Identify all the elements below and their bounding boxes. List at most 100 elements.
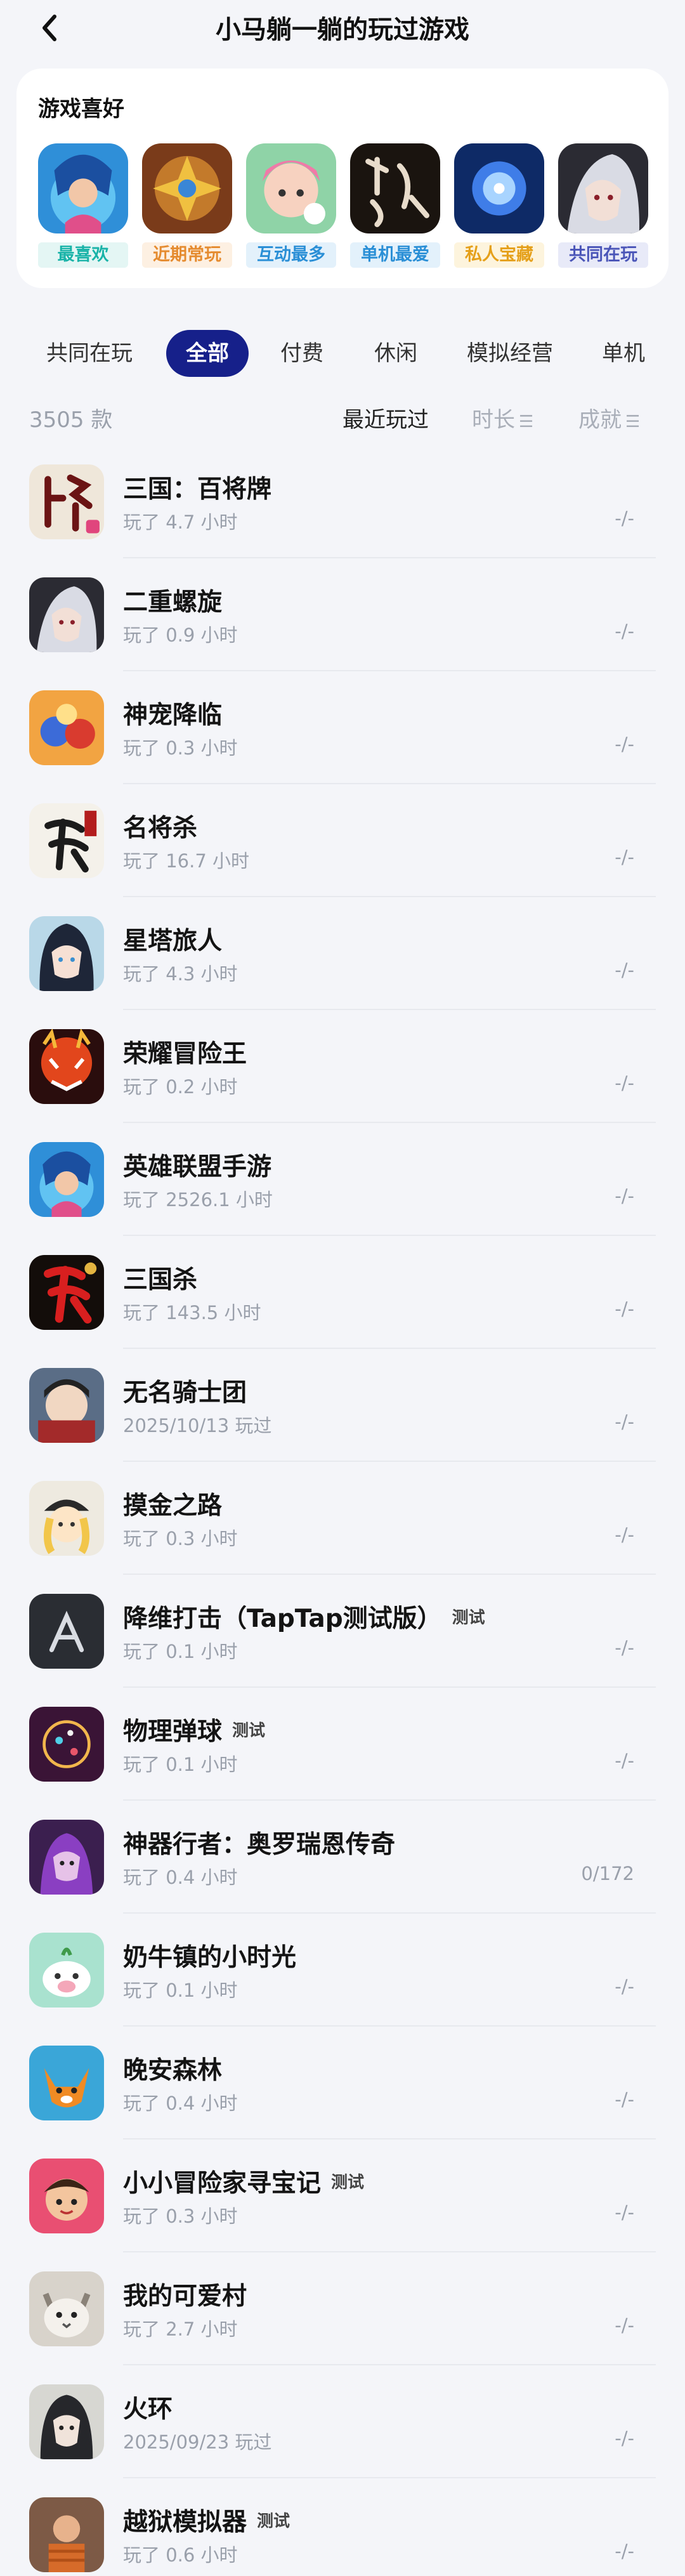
favorites-card: 游戏喜好 最喜欢 近期常玩 互动最多 单机最爱 私人宝藏 共同在玩 — [16, 69, 669, 288]
game-name: 神器行者：奥罗瑞恩传奇 — [123, 1825, 395, 1860]
tab-1[interactable]: 全部 — [166, 330, 249, 377]
play-time: 玩了 0.1 小时 — [123, 1980, 238, 2001]
game-row[interactable]: 奶牛镇的小时光玩了 0.1 小时 -/- — [0, 1914, 685, 2027]
game-name-text: 二重螺旋 — [123, 588, 223, 617]
favorite-item[interactable]: 共同在玩 — [558, 143, 648, 270]
pai-card-icon — [29, 464, 104, 539]
game-name-text: 奶牛镇的小时光 — [123, 1943, 297, 1972]
game-name-text: 降维打击（TapTap测试版） — [123, 1605, 442, 1633]
sort-recent[interactable]: 最近玩过 — [342, 402, 429, 433]
achievement-progress: -/- — [615, 1976, 634, 1997]
game-name: 火环 — [123, 2389, 173, 2425]
silver-hair-character-icon — [29, 577, 104, 652]
tab-4[interactable]: 模拟经营 — [457, 330, 563, 377]
game-row[interactable]: 英雄联盟手游 玩了 2526.1 小时 -/- — [0, 1123, 685, 1236]
tab-5[interactable]: 单机 — [589, 330, 658, 377]
sha-calligraphy-icon — [29, 803, 104, 878]
game-row[interactable]: 晚安森林玩了 0.4 小时 -/- — [0, 2027, 685, 2139]
game-row[interactable]: 摸金之路 玩了 0.3 小时 -/- — [0, 1462, 685, 1575]
play-time: 玩了 2.7 小时 — [123, 2318, 238, 2340]
adventurer-icon — [29, 2159, 104, 2233]
play-time: 玩了 0.1 小时 — [123, 1754, 238, 1775]
game-row[interactable]: 无名骑士团 2025/10/13 玩过 -/- — [0, 1349, 685, 1462]
purple-hero-icon — [29, 1820, 104, 1895]
game-row[interactable]: 名将杀 玩了 16.7 小时 -/- — [0, 784, 685, 897]
play-time: 玩了 0.3 小时 — [123, 737, 238, 759]
header: 小马躺一躺的玩过游戏 — [0, 0, 685, 53]
game-name-text: 无名骑士团 — [123, 1379, 247, 1407]
achievement-progress: -/- — [615, 2428, 634, 2449]
pinball-icon — [29, 1707, 104, 1782]
game-row[interactable]: 星塔旅人 玩了 4.3 小时 -/- — [0, 897, 685, 1010]
play-time: 玩了 0.4 小时 — [123, 2093, 238, 2114]
test-badge: 测试 — [331, 2173, 365, 2192]
play-time: 2025/10/13 玩过 — [123, 1415, 272, 1436]
play-time: 玩了 0.6 小时 — [123, 2544, 238, 2566]
silver-hair-character-icon — [558, 143, 648, 233]
sort-recent-label: 最近玩过 — [342, 407, 429, 433]
knight-squad-icon — [29, 1368, 104, 1443]
game-name: 荣耀冒险王 — [123, 1034, 247, 1070]
game-name: 降维打击（TapTap测试版） 测试 — [123, 1599, 485, 1634]
sort-order-icon: ☰ — [625, 412, 641, 431]
game-name-text: 英雄联盟手游 — [123, 1153, 272, 1181]
sort-achievement[interactable]: 成就 ☰ — [578, 402, 640, 433]
sort-order-icon: ☰ — [519, 412, 534, 431]
game-row[interactable]: 三国：百将牌 玩了 4.7 小时 -/- — [0, 445, 685, 558]
favorite-label: 私人宝藏 — [454, 242, 544, 268]
favorite-item[interactable]: 互动最多 — [246, 143, 336, 270]
favorite-label: 近期常玩 — [142, 242, 232, 268]
play-time: 玩了 4.7 小时 — [123, 511, 238, 533]
favorites-title: 游戏喜好 — [38, 96, 124, 122]
achievement-progress: -/- — [615, 1524, 634, 1546]
play-time: 玩了 2526.1 小时 — [123, 1189, 273, 1211]
tab-3[interactable]: 休闲 — [367, 330, 425, 377]
game-row[interactable]: 物理弹球 测试 玩了 0.1 小时 -/- — [0, 1688, 685, 1801]
game-row[interactable]: 小小冒险家寻宝记 测试 玩了 0.3 小时 -/- — [0, 2139, 685, 2252]
game-name-text: 晚安森林 — [123, 2056, 223, 2085]
favorite-item[interactable]: 单机最爱 — [350, 143, 440, 270]
tab-2[interactable]: 付费 — [273, 330, 331, 377]
sort-duration[interactable]: 时长 ☰ — [472, 402, 533, 433]
achievement-progress: -/- — [615, 2202, 634, 2223]
game-row[interactable]: 二重螺旋 玩了 0.9 小时 -/- — [0, 558, 685, 671]
game-row[interactable]: 荣耀冒险王 玩了 0.2 小时 -/- — [0, 1010, 685, 1123]
category-tabs: 共同在玩 全部 付费 休闲 模拟经营 单机 — [0, 329, 685, 379]
game-row[interactable]: 神器行者：奥罗瑞恩传奇玩了 0.4 小时 0/172 — [0, 1801, 685, 1914]
favorite-item[interactable]: 私人宝藏 — [454, 143, 544, 270]
game-row[interactable]: 三国杀 玩了 143.5 小时 -/- — [0, 1236, 685, 1349]
favorite-label: 共同在玩 — [558, 242, 648, 268]
game-name-text: 摸金之路 — [123, 1492, 223, 1520]
test-badge: 测试 — [452, 1608, 485, 1627]
play-time: 2025/09/23 玩过 — [123, 2431, 272, 2453]
play-time: 玩了 4.3 小时 — [123, 963, 238, 985]
page-title: 小马躺一躺的玩过游戏 — [216, 15, 469, 44]
game-name-text: 我的可爱村 — [123, 2282, 247, 2311]
favorite-item[interactable]: 最喜欢 — [38, 143, 128, 270]
game-row[interactable]: 火环 2025/09/23 玩过 -/- — [0, 2365, 685, 2478]
game-count: 3505 款 — [29, 407, 113, 433]
tab-0[interactable]: 共同在玩 — [39, 330, 140, 377]
achievement-progress: -/- — [615, 1750, 634, 1771]
play-time: 玩了 0.1 小时 — [123, 1641, 238, 1662]
test-badge: 测试 — [257, 2512, 290, 2531]
game-name-text: 小小冒险家寻宝记 — [123, 2169, 322, 2198]
achievement-progress: -/- — [615, 733, 634, 755]
game-name-text: 三国：百将牌 — [123, 475, 272, 504]
achievement-progress: -/- — [615, 1072, 634, 1094]
achievement-progress: -/- — [615, 2315, 634, 2336]
play-time: 玩了 0.4 小时 — [123, 1867, 238, 1888]
achievement-progress: 0/172 — [581, 1863, 634, 1884]
achievement-progress: -/- — [615, 2089, 634, 2110]
game-name: 无名骑士团 — [123, 1373, 247, 1409]
game-name-text: 神宠降临 — [123, 701, 223, 730]
achievement-progress: -/- — [615, 2540, 634, 2562]
game-row[interactable]: 降维打击（TapTap测试版） 测试 玩了 0.1 小时 -/- — [0, 1575, 685, 1688]
favorite-item[interactable]: 近期常玩 — [142, 143, 232, 270]
game-row[interactable]: 我的可爱村玩了 2.7 小时 -/- — [0, 2252, 685, 2365]
game-name: 名将杀 — [123, 808, 197, 844]
game-name: 星塔旅人 — [123, 921, 222, 957]
game-name-text: 星塔旅人 — [123, 927, 223, 956]
game-row[interactable]: 越狱模拟器 测试 玩了 0.6 小时 -/- — [0, 2478, 685, 2576]
game-row[interactable]: 神宠降临玩了 0.3 小时 -/- — [0, 671, 685, 784]
